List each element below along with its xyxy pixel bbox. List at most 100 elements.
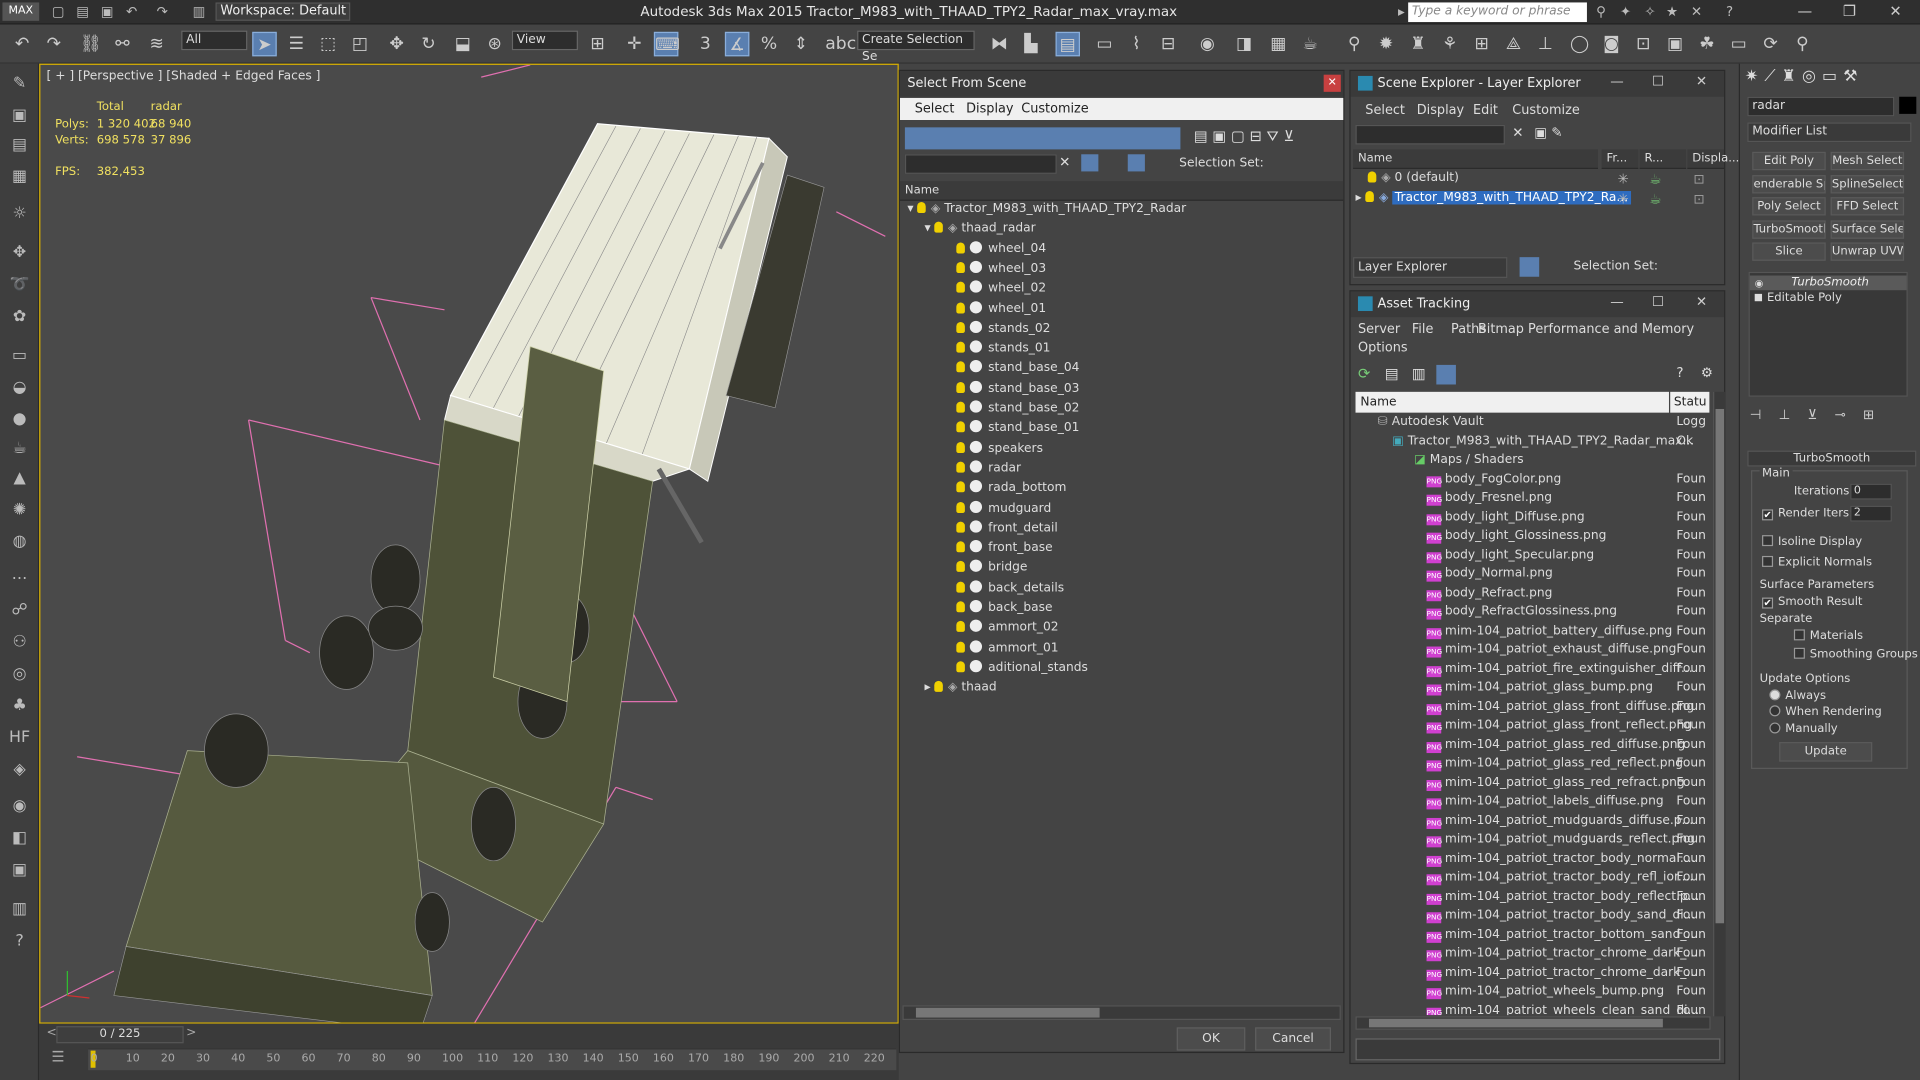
- at-menu-server[interactable]: Server: [1358, 322, 1400, 337]
- stack-item-turbosmooth[interactable]: TurboSmooth: [1749, 275, 1907, 291]
- tree-item-row[interactable]: stand_base_02: [900, 399, 1341, 419]
- vray-render-icon[interactable]: ◙: [1599, 32, 1623, 56]
- modifier-button[interactable]: SplineSelect: [1830, 174, 1905, 193]
- light-bulb-icon[interactable]: [956, 381, 965, 393]
- sfs-filter-icon[interactable]: [1081, 154, 1099, 172]
- strip-spacewarp-icon[interactable]: ➰: [7, 274, 31, 296]
- sfs-menu-display[interactable]: Display: [966, 102, 1013, 117]
- render-iters-checkbox[interactable]: ✔: [1762, 509, 1774, 521]
- exchange-icon[interactable]: ✕: [1687, 2, 1705, 20]
- se-explorer-dropdown[interactable]: Layer Explorer: [1353, 257, 1508, 278]
- time-slider[interactable]: 0 / 225: [56, 1026, 184, 1044]
- percent-snap-icon[interactable]: %: [757, 32, 781, 56]
- time-prev-icon[interactable]: <: [47, 1026, 57, 1039]
- at-asset-row[interactable]: PNG mim-104_patriot_battery_diffuse.png Fo…: [1356, 621, 1711, 640]
- sfs-menu-select[interactable]: Select: [915, 102, 955, 117]
- tree-item-row[interactable]: speakers: [900, 439, 1341, 459]
- light-bulb-icon[interactable]: [1365, 191, 1375, 203]
- strip-sphere2-icon[interactable]: ◉: [7, 796, 31, 818]
- tools-icon[interactable]: ✦: [1616, 2, 1634, 20]
- strip-cloth-icon[interactable]: ◈: [7, 759, 31, 781]
- se-menu-customize[interactable]: Customize: [1512, 103, 1580, 118]
- explicit-normals-checkbox[interactable]: [1762, 555, 1774, 567]
- sfs-ok-button[interactable]: OK: [1176, 1027, 1246, 1051]
- light-bulb-icon[interactable]: [956, 321, 965, 333]
- at-horizontal-scrollbar[interactable]: [1355, 1016, 1711, 1030]
- object-color-swatch[interactable]: [1899, 96, 1917, 114]
- at-asset-row[interactable]: PNG body_light_Glossiness.png Foun: [1356, 527, 1711, 546]
- at-asset-row[interactable]: PNG mim-104_patriot_glass_front_diffuse.p…: [1356, 697, 1711, 716]
- at-asset-row[interactable]: PNG mim-104_patriot_glass_front_reflect.p…: [1356, 716, 1711, 735]
- align-icon[interactable]: ▙: [1019, 32, 1043, 56]
- light-bulb-icon[interactable]: [917, 202, 926, 214]
- strip-create-icon[interactable]: ✎: [7, 73, 31, 95]
- at-asset-row[interactable]: PNG body_Normal.png Foun: [1356, 564, 1711, 583]
- tree-item-row[interactable]: bridge: [900, 559, 1341, 579]
- light-bulb-icon[interactable]: [956, 361, 965, 373]
- vray-bulb-icon[interactable]: ⚲: [1790, 32, 1814, 56]
- at-asset-row[interactable]: PNG mim-104_patriot_mudguards_reflect.png…: [1356, 830, 1711, 849]
- tree-item-row[interactable]: wheel_01: [900, 299, 1341, 319]
- strip-render-icon[interactable]: ◧: [7, 828, 31, 850]
- light-bulb-icon[interactable]: [956, 641, 965, 653]
- tree-item-row[interactable]: rada_bottom: [900, 479, 1341, 499]
- se-render-icon[interactable]: ☕: [1649, 191, 1661, 207]
- strip-sun-icon[interactable]: ✺: [7, 500, 31, 522]
- object-name-field[interactable]: radar: [1747, 96, 1895, 117]
- tree-item-row[interactable]: front_detail: [900, 519, 1341, 539]
- se-col-freeze[interactable]: Fr...: [1601, 149, 1639, 169]
- at-menu-bitmap[interactable]: Bitmap Performance and Memory: [1478, 322, 1694, 337]
- update-always-row[interactable]: Always: [1769, 689, 1826, 703]
- modifier-stack[interactable]: TurboSmooth ◉ Editable Poly: [1748, 271, 1908, 397]
- selection-filter-dropdown[interactable]: All: [181, 30, 248, 51]
- link-icon[interactable]: ⛓: [78, 32, 102, 56]
- workspace-dropdown[interactable]: Workspace: Default: [215, 2, 351, 21]
- update-button[interactable]: Update: [1779, 742, 1873, 762]
- se-minimize-icon[interactable]: —: [1610, 73, 1623, 89]
- at-close-icon[interactable]: ✕: [1696, 294, 1707, 310]
- light-bulb-icon[interactable]: [956, 501, 965, 513]
- light-bulb-icon[interactable]: [956, 441, 965, 453]
- sfs-filter-toolbar[interactable]: [904, 127, 1181, 150]
- at-asset-row[interactable]: PNG mim-104_patriot_tractor_body_sand_di.…: [1356, 906, 1711, 925]
- vray-proxy-icon[interactable]: ♜: [1406, 32, 1430, 56]
- max-logo-icon[interactable]: MAX: [2, 2, 40, 21]
- track-bar-icon[interactable]: ☰: [51, 1048, 64, 1065]
- tree-item-row[interactable]: mudguard: [900, 499, 1341, 519]
- strip-cone-icon[interactable]: ▲: [7, 468, 31, 490]
- at-tree-icon[interactable]: ▥: [1412, 365, 1426, 382]
- strip-foliage-icon[interactable]: ♣: [7, 696, 31, 718]
- light-bulb-icon[interactable]: [956, 541, 965, 553]
- sfs-horizontal-scrollbar[interactable]: [902, 1005, 1341, 1021]
- light-bulb-icon[interactable]: [956, 401, 965, 413]
- strip-help-icon[interactable]: ?: [7, 931, 31, 953]
- tree-item-row[interactable]: stands_02: [900, 319, 1341, 339]
- light-bulb-icon[interactable]: [956, 561, 965, 573]
- explicit-normals-row[interactable]: Explicit Normals: [1762, 555, 1872, 569]
- light-bulb-icon[interactable]: [956, 521, 965, 533]
- undo-icon[interactable]: ↶: [10, 32, 34, 56]
- light-bulb-icon[interactable]: [956, 241, 965, 253]
- move-icon[interactable]: ✥: [384, 32, 408, 56]
- light-bulb-icon[interactable]: [956, 661, 965, 673]
- at-asset-row[interactable]: PNG mim-104_patriot_tractor_bottom_sand_.…: [1356, 925, 1711, 944]
- tree-item-row[interactable]: radar: [900, 459, 1341, 479]
- at-menu-file[interactable]: File: [1412, 322, 1434, 337]
- strip-dynamics-icon[interactable]: ☍: [7, 600, 31, 622]
- light-bulb-icon[interactable]: [934, 680, 944, 692]
- keyboard-shortcut-override-icon[interactable]: ⌨: [653, 31, 680, 57]
- search-input[interactable]: Type a keyword or phrase: [1408, 2, 1587, 23]
- iterations-spinner[interactable]: 0: [1850, 483, 1892, 500]
- update-rendering-row[interactable]: When Rendering: [1769, 705, 1882, 719]
- strip-window-icon[interactable]: ▣: [7, 860, 31, 882]
- strip-cylinder-icon[interactable]: ◒: [7, 377, 31, 399]
- strip-helper-icon[interactable]: ✥: [7, 242, 31, 264]
- render-production-icon[interactable]: ☕: [1298, 32, 1322, 56]
- vray-dome-icon[interactable]: ☘: [1695, 32, 1719, 56]
- sfs-close-icon[interactable]: ✕: [1323, 74, 1341, 92]
- at-asset-row[interactable]: PNG mim-104_patriot_wheels_clean_sand_di.…: [1356, 1001, 1711, 1016]
- vray-plane-icon[interactable]: ⊞: [1469, 32, 1493, 56]
- at-asset-row[interactable]: PNG mim-104_patriot_mudguards_diffuse.p..…: [1356, 811, 1711, 830]
- se-clear-icon[interactable]: ✕: [1512, 125, 1523, 141]
- select-by-name-icon[interactable]: ☰: [284, 32, 308, 56]
